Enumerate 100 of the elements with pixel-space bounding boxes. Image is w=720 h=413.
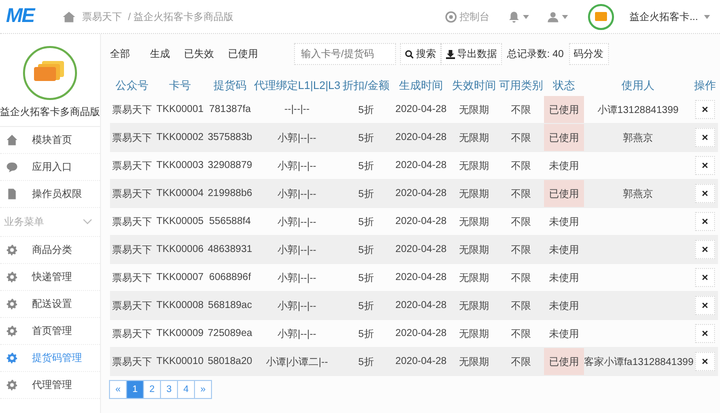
dashboard-icon[interactable] (444, 10, 457, 22)
delete-button[interactable]: × (695, 240, 715, 259)
filter-tab[interactable]: 生成 (150, 47, 170, 61)
table-cell: 票易天下 (110, 180, 154, 208)
table-cell: 2020-04-28 (392, 124, 450, 152)
sidebar-item[interactable]: 首页管理 (0, 318, 100, 345)
table-cell: 无限期 (450, 236, 498, 264)
sidebar-item[interactable]: 商品分类 (0, 237, 100, 264)
table-cell: 58018a20 (206, 348, 254, 376)
table-cell: 小郭|--|-- (254, 124, 340, 152)
table-cell: 2020-04-28 (392, 236, 450, 264)
table-cell: TKK00004 (154, 180, 206, 208)
table-cell: 5折 (340, 292, 392, 320)
delete-button[interactable]: × (695, 100, 715, 119)
gear-icon (6, 298, 18, 310)
table-cell: 5折 (340, 180, 392, 208)
table-cell: 无限期 (450, 124, 498, 152)
column-header: 操作 (693, 78, 717, 94)
sidebar-item[interactable]: 快递管理 (0, 264, 100, 291)
table-cell: 不限 (498, 180, 544, 208)
table-cell: TKK00010 (154, 348, 206, 376)
status-cell: 已使用 (544, 124, 584, 152)
table-cell: 无限期 (450, 180, 498, 208)
sidebar-item[interactable]: 应用入口 (0, 154, 100, 181)
table-cell: 无限期 (450, 292, 498, 320)
table-cell: 小郭|--|-- (254, 236, 340, 264)
table-cell: TKK00008 (154, 292, 206, 320)
table-cell: 郭燕京 (584, 124, 692, 152)
search-field[interactable]: 输入卡号/提货码 (294, 43, 396, 65)
table-cell: 不限 (498, 236, 544, 264)
column-header: 状态 (544, 74, 584, 96)
avatar[interactable] (588, 4, 614, 30)
document-icon (6, 188, 18, 200)
sidebar-item[interactable]: 操作员权限 (0, 181, 100, 208)
sidebar-item[interactable]: 模块首页 (0, 127, 100, 154)
delete-button[interactable]: × (695, 212, 715, 231)
column-header: 使用人 (584, 74, 692, 96)
table-cell: 2020-04-28 (392, 292, 450, 320)
caret-icon (562, 14, 568, 18)
status-cell: 未使用 (544, 292, 584, 320)
table-cell: 2020-04-28 (392, 180, 450, 208)
chevron-down-icon[interactable] (83, 219, 92, 225)
home-icon[interactable] (62, 10, 76, 24)
table-cell: 不限 (498, 292, 544, 320)
home-icon (6, 134, 18, 146)
delete-button[interactable]: × (695, 296, 715, 315)
table-cell: 219988b6 (206, 180, 254, 208)
delete-button[interactable]: × (695, 352, 715, 371)
table-cell: 小郭|--|-- (254, 180, 340, 208)
sidebar-item[interactable]: 代理管理 (0, 372, 100, 399)
table-cell: 无限期 (450, 348, 498, 376)
status-cell: 已使用 (544, 96, 584, 124)
table-cell: 票易天下 (110, 292, 154, 320)
table-cell: 小谭|小谭二|-- (254, 348, 340, 376)
download-icon (446, 50, 455, 58)
delete-button[interactable]: × (695, 128, 715, 147)
delete-button[interactable]: × (695, 156, 715, 175)
logo: ME (6, 5, 36, 28)
delete-button[interactable]: × (695, 324, 715, 343)
gear-icon (6, 352, 18, 364)
gear-icon (6, 379, 18, 391)
table-cell: 小郭|--|-- (254, 292, 340, 320)
delete-button[interactable]: × (695, 268, 715, 287)
bell-icon[interactable] (508, 10, 520, 22)
table-cell: 票易天下 (110, 348, 154, 376)
distribute-button[interactable]: 码分发 (568, 43, 609, 65)
column-header: 代理绑定L1|L2|L3 (254, 78, 340, 94)
table-cell: 5折 (340, 236, 392, 264)
column-header: 卡号 (168, 78, 192, 94)
table-cell: 票易天下 (110, 236, 154, 264)
column-header: 提货码 (206, 74, 254, 96)
export-button[interactable]: 导出数据 (441, 43, 502, 65)
record-count: 总记录数: 40 (506, 48, 565, 61)
table-cell: 郭燕京 (584, 180, 692, 208)
filter-tab[interactable]: 全部 (110, 47, 130, 61)
gear-icon (6, 271, 18, 283)
account-menu[interactable]: 益企火拓客卡... (630, 10, 698, 24)
table-cell: 568189ac (206, 292, 254, 320)
user-icon[interactable] (546, 10, 559, 22)
gear-icon (6, 244, 18, 256)
table-cell: 48638931 (206, 236, 254, 264)
sidebar-item[interactable]: 配送设置 (0, 291, 100, 318)
table-cell: TKK00002 (154, 124, 206, 152)
table-cell: 5折 (340, 348, 392, 376)
search-button[interactable]: 搜索 (400, 43, 441, 65)
speech-bubble-icon (6, 161, 18, 173)
table-cell: 客家小谭fa13128841399 (584, 348, 692, 376)
section-heading: 业务菜单 (4, 216, 44, 229)
filter-tab[interactable]: 已使用 (228, 47, 258, 61)
caret-icon (522, 14, 529, 18)
delete-button[interactable]: × (695, 184, 715, 203)
column-header: 生成时间 (398, 78, 444, 94)
brand-logo (23, 46, 77, 100)
store-name: 益企火拓客卡多商品版 (0, 106, 100, 127)
search-icon (405, 50, 414, 58)
gear-icon (6, 325, 18, 337)
caret-icon (704, 14, 710, 18)
table-cell: TKK00006 (154, 236, 206, 264)
page-button[interactable]: 4 (177, 380, 195, 399)
filter-tab[interactable]: 已失效 (184, 47, 214, 61)
